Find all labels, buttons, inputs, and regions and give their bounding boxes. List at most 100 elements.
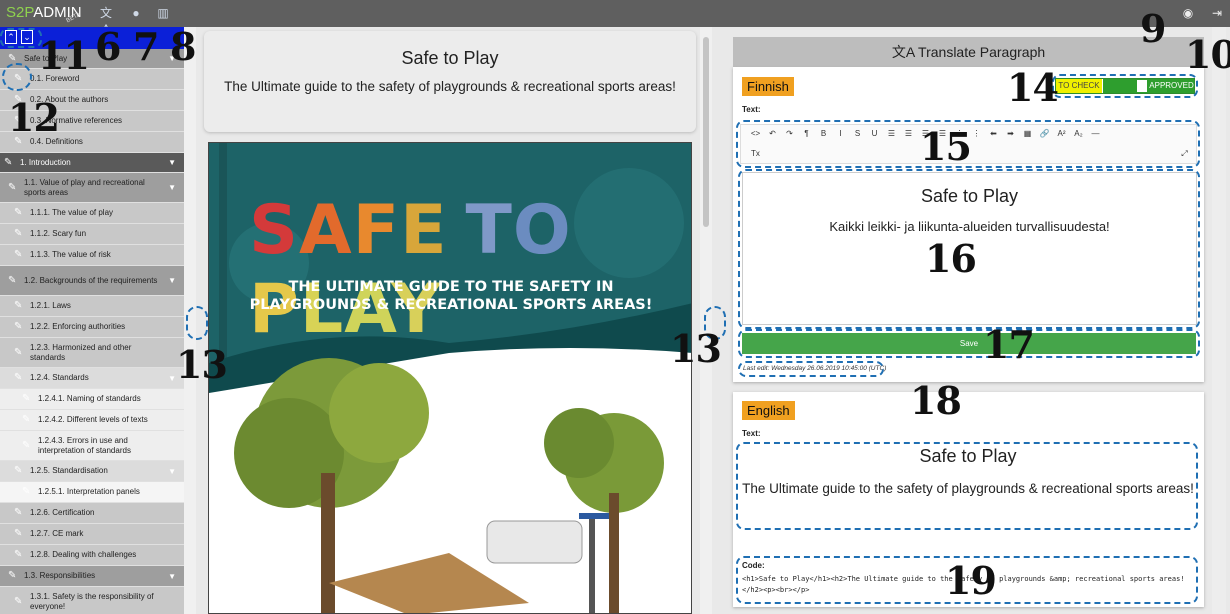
chevron-down-icon[interactable]: ▼ [168, 572, 176, 581]
search-icon[interactable]: ◉ [1180, 5, 1196, 21]
edit-icon[interactable]: ✎ [14, 301, 24, 311]
cover-title-letter: O [512, 191, 572, 270]
cover-title-letter: F [352, 191, 401, 270]
translate-icon[interactable]: 文A [98, 5, 114, 36]
edit-icon[interactable]: ✎ [22, 440, 32, 451]
edit-icon[interactable]: ✎ [14, 373, 24, 383]
edit-icon[interactable]: ✎ [22, 487, 32, 497]
panel-scrollbar[interactable] [1212, 27, 1226, 614]
sidebar-item[interactable]: ✎ 1.2.1. Laws [0, 296, 184, 317]
sidebar-item-label: 1.2.4. Standards [30, 373, 89, 382]
edit-icon[interactable]: ✎ [8, 53, 18, 64]
callout-17: 17 [983, 322, 1035, 367]
translate-icon: 文A [891, 44, 919, 60]
edit-icon[interactable]: ✎ [8, 275, 18, 286]
edit-icon[interactable]: ✎ [14, 229, 24, 239]
english-language-badge: English [742, 401, 795, 420]
edit-icon[interactable]: ✎ [14, 550, 24, 560]
callout-11: 11 [38, 33, 90, 78]
cover-title: SAFE TO PLAY [249, 191, 691, 349]
sidebar-item-label: 1.2.3. Harmonized and other standards [30, 342, 132, 362]
sidebar-item[interactable]: ✎ 1.2.5. Standardisation ▼ [0, 461, 184, 482]
edit-icon[interactable]: ✎ [14, 347, 24, 358]
sidebar-item-label: 1.2.7. CE mark [30, 529, 84, 538]
callout-13-left: 13 [176, 342, 228, 387]
callout-box-14 [1052, 74, 1198, 98]
sidebar-item[interactable]: ✎ 1.2.4.2. Different levels of texts [0, 410, 184, 431]
sidebar-item-label: 1.2.4.2. Different levels of texts [38, 415, 148, 424]
edit-icon[interactable]: ✎ [22, 394, 32, 404]
brand-s2p: S2P [6, 4, 34, 21]
callout-16: 16 [925, 236, 977, 281]
sidebar-item[interactable]: ✎ 1.1.1. The value of play [0, 203, 184, 224]
sidebar-item[interactable]: ✎ 1. Introduction ▼ [0, 153, 184, 173]
sidebar-item-label: 1.2.4.3. Errors in use and interpretatio… [38, 435, 131, 455]
edit-icon[interactable]: ✎ [4, 157, 14, 168]
chevron-down-icon[interactable]: ▼ [168, 276, 176, 285]
edit-icon[interactable]: ✎ [14, 529, 24, 539]
cover-subtitle: THE ULTIMATE GUIDE TO THE SAFETY IN PLAY… [209, 278, 691, 314]
callout-box-text [736, 442, 1198, 530]
document-subtitle: The Ultimate guide to the safety of play… [224, 79, 676, 94]
sidebar-item[interactable]: ✎ 1.2.3. Harmonized and other standards [0, 338, 184, 368]
sidebar-item-label: 1.1.1. The value of play [30, 208, 114, 217]
sidebar-item[interactable]: ✎ 1.2.4. Standards ▼ [0, 368, 184, 389]
sidebar-item[interactable]: ✎ 1.2.8. Dealing with challenges [0, 545, 184, 566]
chevron-down-icon[interactable]: ▼ [168, 467, 176, 476]
sidebar-item-label: 1.1.2. Scary fun [30, 229, 87, 238]
cover-subtitle-line2: PLAYGROUNDS & RECREATIONAL SPORTS AREAS! [249, 297, 653, 313]
sidebar-item-label: 1.1. Value of play and recreational spor… [24, 177, 145, 197]
sidebar-item[interactable]: ✎ 1.3. Responsibilities ▼ [0, 566, 184, 587]
chevron-down-icon[interactable]: ▼ [168, 158, 176, 167]
translate-panel-header: 文A Translate Paragraph [733, 37, 1204, 67]
book-icon[interactable]: ▥ [155, 5, 171, 21]
sidebar-item-label: 1.2.5.1. Interpretation panels [38, 487, 140, 496]
edit-icon[interactable]: ✎ [14, 250, 24, 260]
cover-title-letter: A [298, 191, 353, 270]
sidebar-item[interactable]: ✎ 1.2.6. Certification [0, 503, 184, 524]
document-scrollbar-thumb[interactable] [703, 37, 709, 227]
sidebar-item-label: 1. Introduction [20, 157, 71, 167]
cover-title-letter: S [249, 191, 299, 270]
edit-icon[interactable]: ✎ [14, 322, 24, 332]
edit-icon[interactable]: ✎ [14, 596, 24, 607]
edit-icon[interactable]: ✎ [22, 415, 32, 425]
edit-icon[interactable]: ✎ [14, 466, 24, 476]
sidebar-item-label: 1.2. Backgrounds of the requirements [24, 275, 158, 285]
sidebar-item[interactable]: ✎ 1.2.4.3. Errors in use and interpretati… [0, 431, 184, 461]
top-bar: S2PADMIN BETA 文A ● ▥ ◉ ⇥ [0, 0, 1230, 36]
sidebar-item-label: 1.2.4.1. Naming of standards [38, 394, 141, 403]
edit-icon[interactable]: ✎ [8, 571, 18, 581]
sidebar-item-label: 1.2.2. Enforcing authorities [30, 322, 126, 331]
document-header: Safe to Play The Ultimate guide to the s… [204, 31, 696, 132]
sidebar-item[interactable]: ✎ 1.1.2. Scary fun [0, 224, 184, 245]
sidebar-item-label: 1.2.5. Standardisation [30, 466, 108, 475]
callout-box-11 [0, 28, 42, 48]
callout-13-right: 13 [670, 326, 722, 371]
sidebar-item[interactable]: ✎ 1.3.1. Safety is the responsibility of … [0, 587, 184, 614]
callout-box-18 [738, 361, 884, 377]
callout-box-13-left [186, 306, 208, 340]
callout-8: 8 [170, 24, 196, 69]
translate-panel-title: Translate Paragraph [918, 44, 1046, 60]
english-text-label: Text: [742, 429, 761, 438]
chevron-down-icon[interactable]: ▼ [168, 183, 176, 192]
sidebar-item[interactable]: ✎ 1.1.3. The value of risk [0, 245, 184, 266]
callout-box-12 [2, 63, 32, 91]
logout-icon[interactable]: ⇥ [1209, 5, 1225, 21]
brand-logo[interactable]: S2PADMIN BETA [6, 4, 82, 24]
chevron-down-icon[interactable]: ▼ [168, 374, 176, 383]
sidebar-item[interactable]: ✎ 1.1. Value of play and recreational spo… [0, 173, 184, 203]
user-icon[interactable]: ● [128, 5, 144, 21]
sidebar-item[interactable]: ✎ 1.2. Backgrounds of the requirements ▼ [0, 266, 184, 296]
sidebar-item[interactable]: ✎ 1.2.5.1. Interpretation panels [0, 482, 184, 503]
finnish-text-label: Text: [742, 105, 761, 114]
sidebar-item[interactable]: ✎ 1.2.7. CE mark [0, 524, 184, 545]
sidebar-item-label: 1.2.6. Certification [30, 508, 95, 517]
edit-icon[interactable]: ✎ [14, 208, 24, 218]
sidebar-item[interactable]: ✎ 1.2.4.1. Naming of standards [0, 389, 184, 410]
cover-image: SAFE TO PLAY THE ULTIMATE GUIDE TO THE S… [208, 142, 692, 614]
edit-icon[interactable]: ✎ [14, 508, 24, 518]
edit-icon[interactable]: ✎ [8, 182, 18, 193]
sidebar-item[interactable]: ✎ 1.2.2. Enforcing authorities [0, 317, 184, 338]
